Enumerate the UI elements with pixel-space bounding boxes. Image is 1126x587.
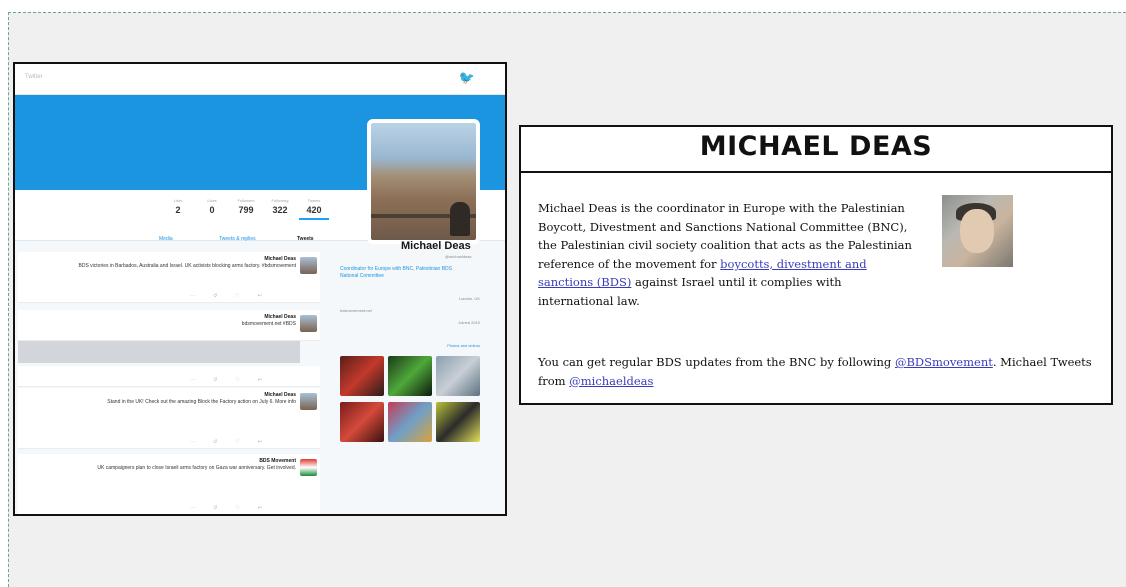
tweet-author[interactable]: BDS Movement — [259, 458, 296, 464]
tweet-actions-icons[interactable]: ⋯↺♡↩ — [190, 439, 280, 445]
stat-likes[interactable]: Likes 0 — [197, 198, 227, 215]
photo-thumb[interactable] — [340, 402, 384, 442]
tweet-item[interactable]: BDS Movement UK campaigners plan to clos… — [18, 454, 320, 514]
author-photo-face-shape — [960, 209, 994, 253]
tweet-actions-row[interactable]: ⋯↺♡↩ — [18, 366, 320, 387]
twitter-bird-icon: 🐦 — [458, 70, 475, 85]
tweet-text: Stand in the UK! Check out the amazing B… — [107, 399, 296, 405]
twitter-profile-screenshot: Twitter 🐦 Tweets 420 Following 322 Follo… — [13, 62, 507, 516]
author-bio-text: Michael Deas is the coordinator in Europ… — [538, 199, 913, 311]
photo-grid — [340, 356, 480, 446]
follow-text-start: You can get regular BDS updates from the… — [538, 355, 895, 369]
stat-label: Following — [271, 198, 289, 203]
profile-name: Michael Deas — [401, 240, 471, 252]
stat-followers[interactable]: Followers 799 — [231, 198, 261, 215]
tweet-author[interactable]: Michael Deas — [264, 314, 296, 320]
tab-tweets-replies[interactable]: Tweets & replies — [219, 236, 256, 242]
tab-media[interactable]: Media — [159, 236, 173, 242]
author-photo — [942, 195, 1013, 267]
stat-label: Tweets — [307, 198, 321, 203]
tweet-item[interactable]: Michael Deas Stand in the UK! Check out … — [18, 388, 320, 449]
tweet-avatar[interactable] — [300, 459, 317, 476]
tweet-actions-icons[interactable]: ⋯↺♡↩ — [190, 293, 280, 299]
stat-value: 420 — [306, 205, 322, 215]
tweet-embedded-media[interactable] — [18, 341, 300, 363]
profile-bio: Coordinator for Europe with BNC, Palesti… — [340, 266, 452, 279]
photo-thumb[interactable] — [388, 402, 432, 442]
card-title-row: MICHAEL DEAS — [521, 127, 1111, 173]
tweet-item[interactable]: Michael Deas bdsmovement.net #BDS — [18, 310, 320, 341]
profile-website-link[interactable]: bdsmovement.net — [340, 308, 480, 314]
stat-label: Followers — [237, 198, 255, 203]
tweet-author[interactable]: Michael Deas — [264, 256, 296, 262]
tab-tweets[interactable]: Tweets — [297, 236, 314, 242]
tweet-author[interactable]: Michael Deas — [264, 392, 296, 398]
photo-thumb[interactable] — [436, 356, 480, 396]
stat-lists[interactable]: Lists 2 — [163, 198, 193, 215]
stat-label: Likes — [207, 198, 217, 203]
tweet-text: bdsmovement.net #BDS — [241, 321, 296, 327]
profile-avatar[interactable] — [367, 119, 480, 244]
michaeldeas-link[interactable]: @michaeldeas — [569, 374, 653, 388]
tweet-avatar[interactable] — [300, 393, 317, 410]
stat-value: 2 — [175, 205, 181, 215]
author-bio-card: MICHAEL DEAS Michael Deas is the coordin… — [519, 125, 1113, 405]
photo-thumb[interactable] — [388, 356, 432, 396]
twitter-nav-label: Twitter — [25, 74, 43, 80]
profile-joined: Joined 2010 — [458, 320, 480, 325]
stat-value: 322 — [272, 205, 288, 215]
profile-location: London, UK — [458, 296, 480, 301]
stat-label: Lists — [173, 198, 183, 203]
photo-thumb[interactable] — [340, 356, 384, 396]
profile-handle[interactable]: @michaeldeas — [445, 254, 472, 259]
photo-thumb[interactable] — [436, 402, 480, 442]
stat-tweets[interactable]: Tweets 420 — [299, 198, 329, 220]
stat-following[interactable]: Following 322 — [265, 198, 295, 215]
tweet-text: BDS victories in Barbados, Australia and… — [78, 263, 297, 269]
tweet-avatar[interactable] — [300, 257, 317, 274]
follow-text: You can get regular BDS updates from the… — [538, 353, 1108, 390]
author-name-title: MICHAEL DEAS — [699, 131, 933, 162]
profile-tabs: Tweets Tweets & replies Media — [125, 236, 325, 248]
tweet-text: UK campaigners plan to close Israeli arm… — [97, 465, 296, 471]
tweet-avatar[interactable] — [300, 315, 317, 332]
twitter-nav-bar: Twitter 🐦 — [15, 64, 505, 95]
stat-value: 799 — [238, 205, 254, 215]
bdsmovement-link[interactable]: @BDSmovement — [895, 355, 993, 369]
photos-videos-link[interactable]: Photos and videos — [340, 343, 480, 349]
avatar-person-shape — [450, 202, 470, 236]
tweet-item[interactable]: Michael Deas BDS victories in Barbados, … — [18, 252, 320, 303]
tweet-actions-icons[interactable]: ⋯↺♡↩ — [190, 377, 280, 383]
tweet-actions-icons[interactable]: ⋯↺♡↩ — [190, 505, 280, 511]
stat-value: 0 — [209, 205, 215, 215]
